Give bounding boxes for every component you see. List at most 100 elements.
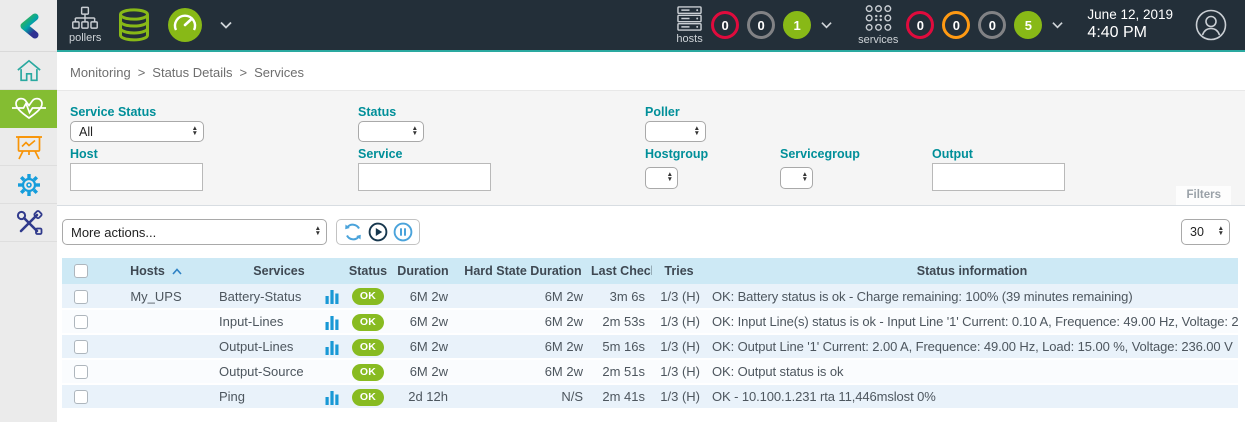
host-input[interactable] [70,163,203,191]
header-duration[interactable]: Duration [390,258,456,284]
service-link[interactable]: Input-Lines [212,309,318,334]
sidebar-item-home[interactable] [0,52,57,90]
sidebar-item-configuration[interactable] [0,166,57,204]
hosts-down-badge[interactable]: 0 [711,11,739,39]
graph-icon[interactable] [325,340,339,355]
breadcrumb: Monitoring>Status Details>Services [57,52,1245,91]
breadcrumb-monitoring[interactable]: Monitoring [70,65,131,80]
pollers-label: pollers [69,32,101,44]
refresh-button[interactable] [343,222,363,242]
header-services[interactable]: Services [212,258,346,284]
last-check-cell: 5m 16s [590,334,652,359]
header-hosts[interactable]: Hosts [100,258,212,284]
poller-label: Poller [645,105,680,119]
service-link[interactable]: Output-Source [212,359,318,384]
services-critical-badge[interactable]: 0 [906,11,934,39]
poller-select[interactable]: ▲▼ [645,121,706,142]
table-row: Ping OK 2d 12h N/S 2m 41s 1/3 (H) OK - 1… [62,384,1238,409]
row-checkbox[interactable] [74,290,88,304]
centreon-logo[interactable] [0,0,57,52]
sidebar-item-reporting[interactable] [0,128,57,166]
chart-easel-icon [15,133,43,161]
poller-database-status[interactable] [116,7,152,43]
row-checkbox[interactable] [74,315,88,329]
graph-icon[interactable] [325,390,339,405]
sort-asc-icon [172,268,182,275]
header-status[interactable]: Status [346,258,390,284]
services-table: Hosts Services Status Duration Hard Stat… [62,258,1238,410]
service-link[interactable]: Battery-Status [212,284,318,309]
hosts-status[interactable]: hosts [676,6,703,45]
host-link[interactable]: My_UPS [100,284,212,309]
select-arrows-icon: ▲▼ [694,127,700,136]
output-input[interactable] [932,163,1065,191]
current-date: June 12, 2019 [1087,7,1173,24]
hard-state-duration-cell: N/S [456,384,590,409]
status-select[interactable]: ▲▼ [358,121,424,142]
pollers-chevron-down-icon[interactable] [220,16,232,34]
header-hard-state-duration[interactable]: Hard State Duration [456,258,590,284]
host-link [100,309,212,334]
services-status[interactable]: services [858,4,898,46]
home-icon [15,58,43,84]
header-tries[interactable]: Tries [652,258,706,284]
status-information-cell: OK: Input Line(s) status is ok - Input L… [706,309,1238,334]
tries-cell: 1/3 (H) [652,359,706,384]
database-icon [116,7,152,43]
user-icon [1195,9,1227,41]
hard-state-duration-cell: 6M 2w [456,359,590,384]
duration-cell: 6M 2w [390,359,456,384]
host-label: Host [70,147,98,161]
service-input[interactable] [358,163,491,191]
pollers-status[interactable]: pollers [69,6,101,44]
status-badge: OK [352,339,384,356]
select-arrows-icon: ▲▼ [667,173,673,182]
select-arrows-icon: ▲▼ [1218,227,1224,236]
service-status-select[interactable]: All ▲▼ [70,121,204,142]
select-arrows-icon: ▲▼ [192,127,198,136]
more-actions-select[interactable]: More actions... ▲▼ [62,219,327,245]
service-link[interactable]: Ping [212,384,318,409]
graph-icon[interactable] [325,289,339,304]
last-check-cell: 2m 41s [590,384,652,409]
row-checkbox[interactable] [74,340,88,354]
select-all-checkbox[interactable] [74,264,88,278]
last-check-cell: 2m 51s [590,359,652,384]
servicegroup-select[interactable]: ▲▼ [780,167,813,189]
more-actions-value: More actions... [71,225,156,240]
refresh-controls [336,219,420,245]
sidebar-item-administration[interactable] [0,204,57,242]
hosts-up-badge[interactable]: 1 [783,11,811,39]
row-checkbox[interactable] [74,365,88,379]
services-unknown-badge[interactable]: 0 [978,11,1006,39]
pause-button[interactable] [393,222,413,242]
page-size-select[interactable]: 30 ▲▼ [1181,219,1230,245]
filters-tab[interactable]: Filters [1176,186,1231,205]
table-row: Input-Lines OK 6M 2w 6M 2w 2m 53s 1/3 (H… [62,309,1238,334]
current-time: 4:40 PM [1087,23,1173,43]
services-label: services [858,34,898,46]
poller-latency-status[interactable] [167,7,203,43]
play-button[interactable] [368,222,388,242]
breadcrumb-services[interactable]: Services [254,65,304,80]
hosts-unreachable-badge[interactable]: 0 [747,11,775,39]
services-ok-badge[interactable]: 5 [1014,11,1042,39]
hostgroup-select[interactable]: ▲▼ [645,167,678,189]
header-last-check[interactable]: Last Check [590,258,652,284]
status-badge: OK [352,314,384,331]
service-link[interactable]: Output-Lines [212,334,318,359]
hosts-chevron-down-icon[interactable] [821,16,832,34]
services-chevron-down-icon[interactable] [1052,16,1063,34]
select-arrows-icon: ▲▼ [412,127,418,136]
sidebar-item-monitoring[interactable] [0,90,57,128]
user-menu-button[interactable] [1195,9,1227,41]
select-arrows-icon: ▲▼ [315,227,321,236]
services-warning-badge[interactable]: 0 [942,11,970,39]
output-label: Output [932,147,973,161]
graph-icon[interactable] [325,315,339,330]
breadcrumb-status-details[interactable]: Status Details [152,65,232,80]
duration-cell: 6M 2w [390,334,456,359]
status-badge: OK [352,364,384,381]
duration-cell: 6M 2w [390,284,456,309]
row-checkbox[interactable] [74,390,88,404]
